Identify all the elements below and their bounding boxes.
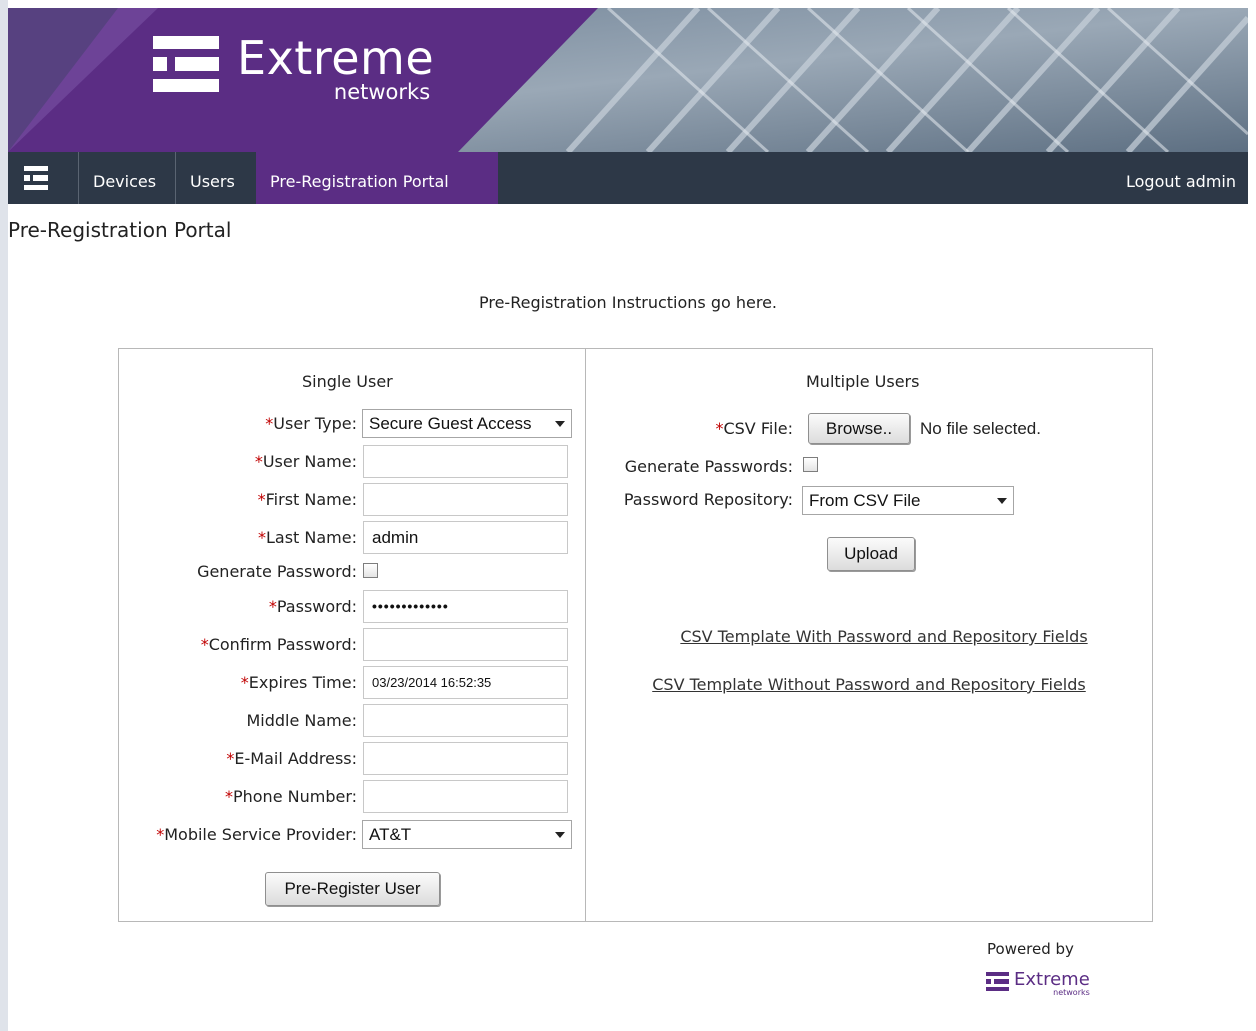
middle-name-input[interactable] xyxy=(363,704,568,737)
csv-template-without-password-link[interactable]: CSV Template Without Password and Reposi… xyxy=(639,669,1099,700)
home-logo-icon[interactable] xyxy=(22,166,50,190)
password-repository-label: Password Repository: xyxy=(623,490,793,509)
phone-label: *Phone Number: xyxy=(224,787,357,806)
email-label: *E-Mail Address: xyxy=(226,749,357,768)
email-input[interactable] xyxy=(363,742,568,775)
file-status-text: No file selected. xyxy=(920,419,1041,438)
extreme-logo-icon xyxy=(153,36,223,92)
window-left-edge xyxy=(0,0,8,1031)
phone-input[interactable] xyxy=(363,780,568,813)
confirm-password-label: *Confirm Password: xyxy=(200,635,357,654)
page: Extreme networks Devices Users Pre-Regis… xyxy=(8,0,1256,1031)
password-repository-select[interactable]: From CSV File xyxy=(802,486,1014,515)
footer-extreme-logo: Extreme networks xyxy=(986,970,1090,997)
header-banner: Extreme networks xyxy=(8,8,1248,152)
column-divider xyxy=(585,349,586,921)
nav-pre-registration-portal[interactable]: Pre-Registration Portal xyxy=(256,152,498,204)
extreme-networks-logo: Extreme networks xyxy=(153,30,434,104)
pre-register-user-button[interactable]: Pre-Register User xyxy=(265,872,440,906)
last-name-label: *Last Name: xyxy=(257,528,357,547)
top-navigation: Devices Users Pre-Registration Portal Lo… xyxy=(8,152,1248,204)
user-name-input[interactable] xyxy=(363,445,568,478)
logout-link[interactable]: Logout admin xyxy=(1126,152,1236,204)
nav-users[interactable]: Users xyxy=(175,152,249,204)
instructions-text: Pre-Registration Instructions go here. xyxy=(478,293,777,312)
multiple-users-heading: Multiple Users xyxy=(806,372,920,391)
csv-file-label: *CSV File: xyxy=(715,419,793,438)
expires-time-label: *Expires Time: xyxy=(240,673,357,692)
generate-password-checkbox[interactable] xyxy=(363,563,378,578)
chevron-down-icon xyxy=(555,832,565,838)
browse-button[interactable]: Browse.. xyxy=(808,413,910,444)
middle-name-label: Middle Name: xyxy=(246,711,357,730)
nav-devices[interactable]: Devices xyxy=(78,152,170,204)
mobile-provider-select[interactable]: AT&T xyxy=(362,820,572,849)
first-name-input[interactable] xyxy=(363,483,568,516)
generate-passwords-label: Generate Passwords: xyxy=(624,457,793,476)
confirm-password-input[interactable] xyxy=(363,628,568,661)
single-user-heading: Single User xyxy=(302,372,393,391)
generate-password-label: Generate Password: xyxy=(197,562,357,581)
csv-template-with-password-link[interactable]: CSV Template With Password and Repositor… xyxy=(619,627,1149,646)
extreme-logo-icon xyxy=(986,972,1010,991)
chevron-down-icon xyxy=(555,421,565,427)
powered-by-text: Powered by xyxy=(987,940,1074,958)
mobile-provider-label: *Mobile Service Provider: xyxy=(156,825,357,844)
password-label: *Password: xyxy=(268,597,357,616)
footer-logo-wordmark: Extreme xyxy=(1014,969,1090,990)
user-type-select[interactable]: Secure Guest Access xyxy=(362,409,572,438)
user-type-label: *User Type: xyxy=(265,414,357,433)
logo-wordmark: Extreme xyxy=(237,31,435,85)
page-title: Pre-Registration Portal xyxy=(8,218,232,242)
password-input[interactable]: ••••••••••••• xyxy=(363,590,568,623)
user-name-label: *User Name: xyxy=(254,452,357,471)
chevron-down-icon xyxy=(997,498,1007,504)
last-name-input[interactable]: admin xyxy=(363,521,568,554)
generate-passwords-checkbox[interactable] xyxy=(803,457,818,472)
upload-button[interactable]: Upload xyxy=(827,537,915,571)
registration-form-panel: Single User *User Type: Secure Guest Acc… xyxy=(118,348,1153,922)
first-name-label: *First Name: xyxy=(257,490,357,509)
expires-time-input[interactable]: 03/23/2014 16:52:35 xyxy=(363,666,568,699)
